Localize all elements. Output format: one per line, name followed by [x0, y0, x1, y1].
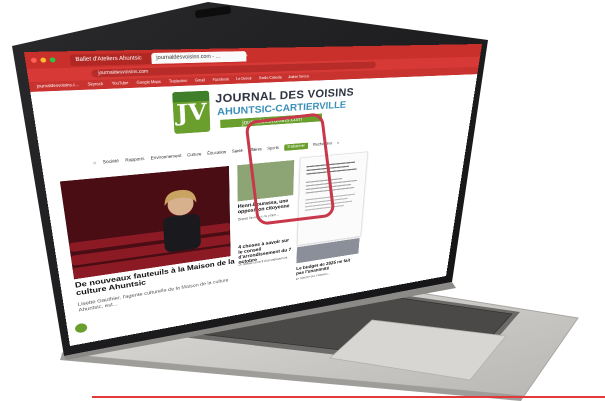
decorative-rule [92, 396, 605, 398]
highlight-ring [245, 113, 335, 225]
photo-scene: Ballet d'Ateliers Ahuntsic journaldesvoi… [0, 0, 605, 401]
highlight-overlay [245, 113, 335, 225]
